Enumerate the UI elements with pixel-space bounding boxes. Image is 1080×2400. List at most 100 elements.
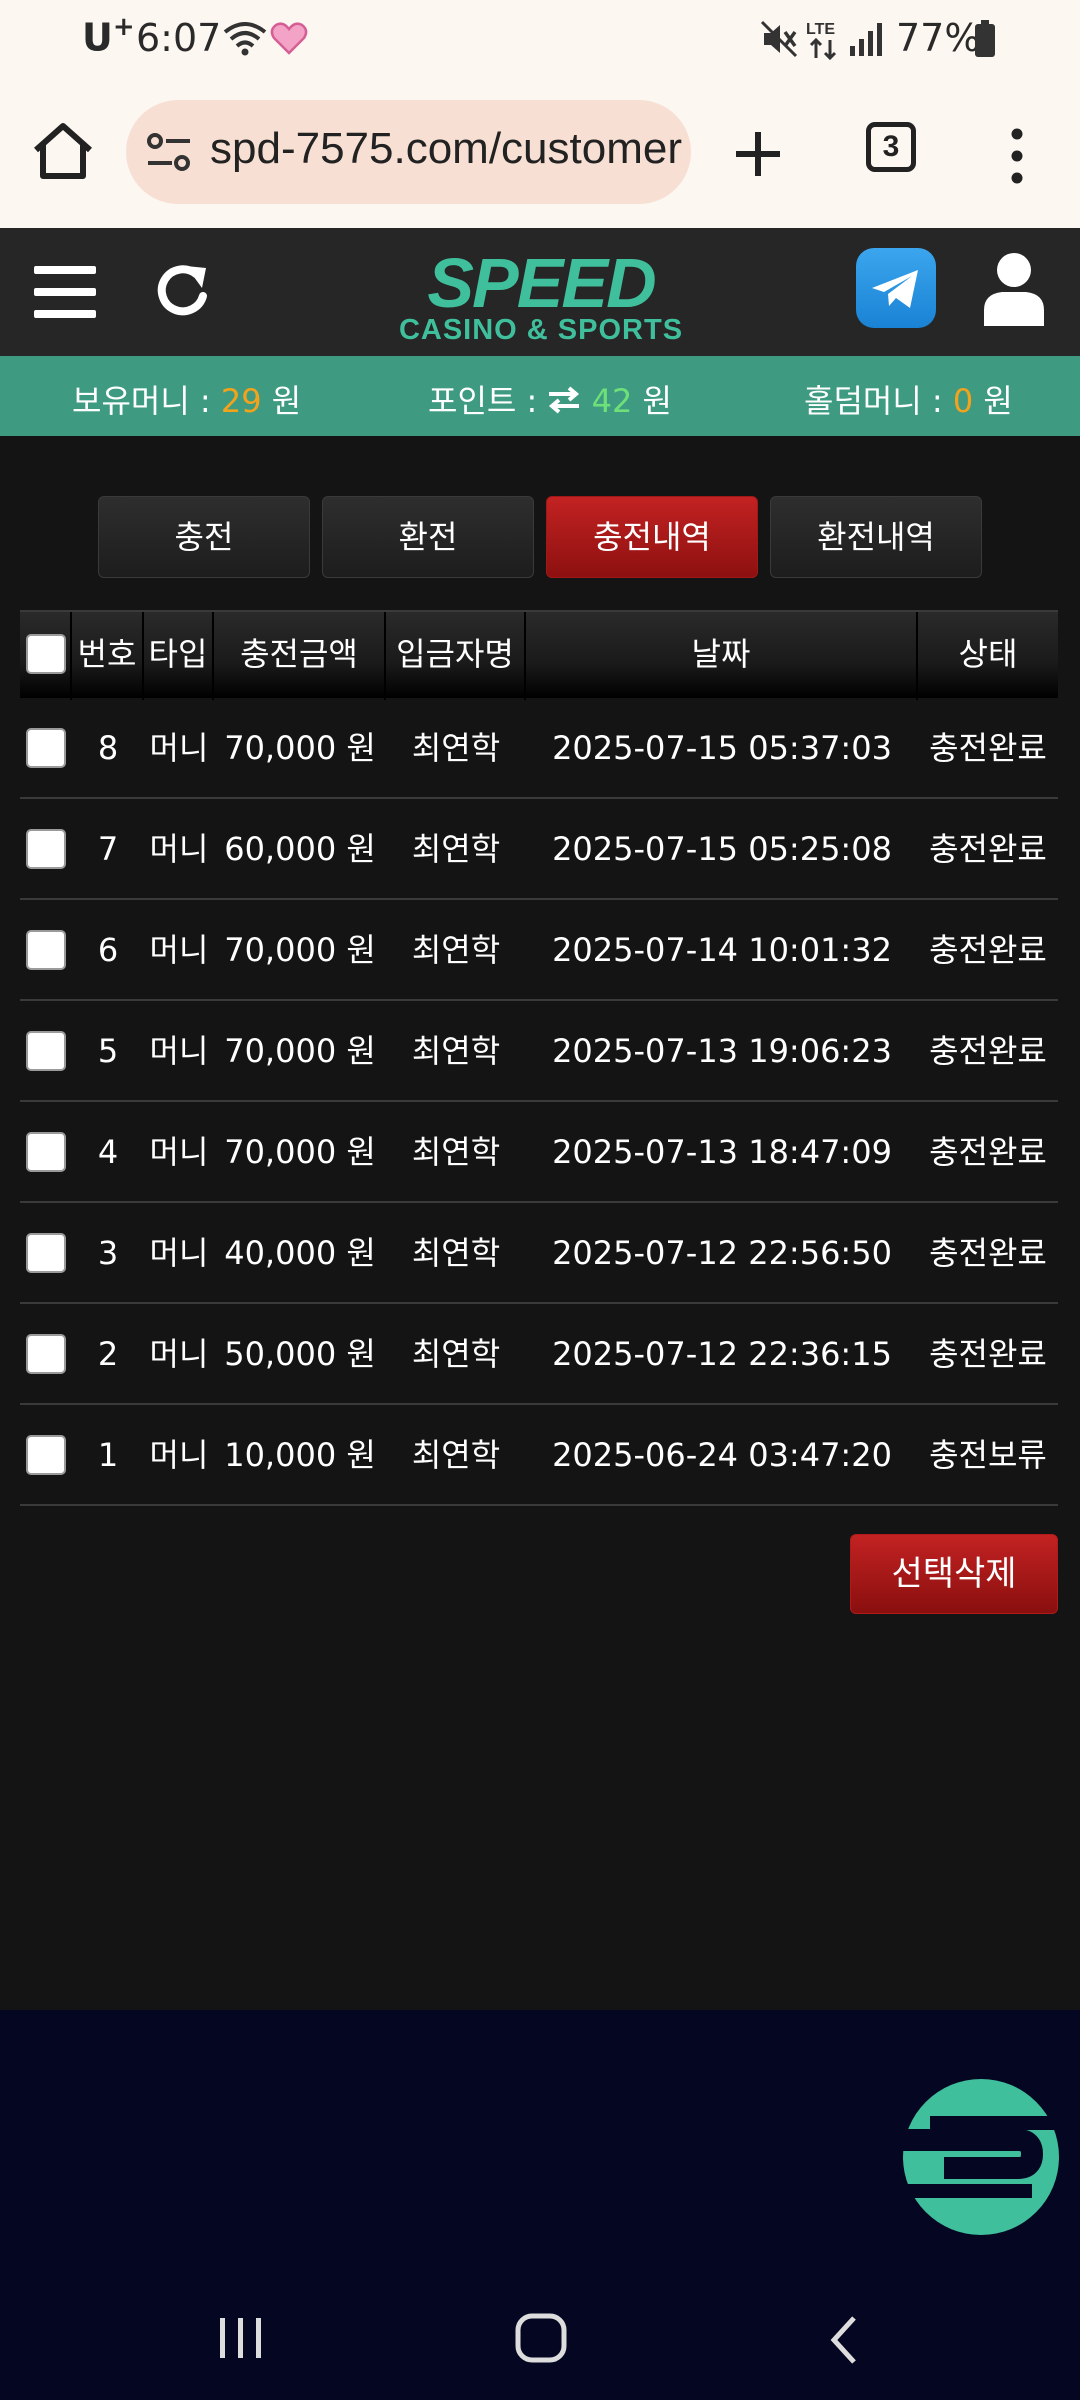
- deposit-history-table: 번호 타입 충전금액 입금자명 날짜 상태 8 머니 70,000 원 최연학 2025…: [20, 610, 1058, 1506]
- table-row: 4 머니 70,000 원 최연학 2025-07-13 18:47:09 충전완료: [20, 1102, 1058, 1203]
- row-checkbox[interactable]: [26, 1233, 66, 1273]
- table-row: 5 머니 70,000 원 최연학 2025-07-13 19:06:23 충전완료: [20, 1001, 1058, 1102]
- table-row: 1 머니 10,000 원 최연학 2025-06-24 03:47:20 충전보류: [20, 1405, 1058, 1506]
- browser-toolbar: spd-7575.com/customer 3: [0, 80, 1080, 228]
- swap-icon[interactable]: [547, 386, 581, 414]
- cell-depositor: 최연학: [411, 729, 501, 767]
- cell-amount: 10,000 원: [224, 1436, 376, 1474]
- cell-depositor: 최연학: [411, 1032, 501, 1070]
- row-select-cell: [20, 698, 72, 798]
- row-select-cell: [20, 1203, 72, 1303]
- home-nav-icon[interactable]: [514, 2312, 570, 2366]
- status-time: 6:07: [136, 16, 222, 60]
- heart-icon: [270, 22, 308, 55]
- table-row: 7 머니 60,000 원 최연학 2025-07-15 05:25:08 충전완료: [20, 799, 1058, 900]
- cell-status: 충전완료: [929, 830, 1047, 868]
- header-number: 번호: [72, 612, 144, 700]
- header-status: 상태: [958, 635, 1018, 673]
- cell-depositor: 최연학: [411, 1234, 501, 1272]
- cell-status: 충전완료: [929, 1234, 1047, 1272]
- cell-depositor: 최연학: [411, 931, 501, 969]
- cell-type: 머니: [149, 1436, 209, 1474]
- tab-switcher-button[interactable]: 3: [866, 122, 916, 172]
- header-select-cell: [20, 612, 72, 700]
- cell-status: 충전완료: [929, 1032, 1047, 1070]
- site-settings-icon[interactable]: [146, 130, 192, 174]
- site-logo[interactable]: SPEED CASINO & SPORTS: [396, 248, 686, 346]
- table-row: 8 머니 70,000 원 최연학 2025-07-15 05:37:03 충전완료: [20, 698, 1058, 799]
- cell-type: 머니: [149, 931, 209, 969]
- signal-icon: [850, 23, 882, 56]
- speed-logo-icon[interactable]: [900, 2076, 1062, 2238]
- row-checkbox[interactable]: [26, 930, 66, 970]
- home-icon[interactable]: [30, 118, 96, 184]
- cell-depositor: 최연학: [411, 1133, 501, 1171]
- header-date: 날짜: [526, 612, 918, 700]
- cell-date: 2025-07-15 05:25:08: [552, 830, 892, 868]
- cell-amount: 60,000 원: [224, 830, 376, 868]
- select-all-checkbox[interactable]: [26, 634, 66, 674]
- more-options-icon[interactable]: [1000, 124, 1034, 188]
- row-checkbox[interactable]: [26, 1334, 66, 1374]
- header-depositor: 입금자명: [386, 612, 526, 700]
- table-header: 번호 타입 충전금액 입금자명 날짜 상태: [20, 610, 1058, 700]
- cell-number: 6: [97, 931, 119, 969]
- telegram-icon: [872, 270, 918, 308]
- tab-withdraw-history[interactable]: 환전내역: [770, 496, 982, 578]
- cell-amount: 70,000 원: [224, 729, 376, 767]
- lte-icon: LTE: [806, 21, 837, 60]
- recent-apps-icon[interactable]: [214, 2314, 268, 2362]
- table-row: 2 머니 50,000 원 최연학 2025-07-12 22:36:15 충전완료: [20, 1304, 1058, 1405]
- cell-date: 2025-07-13 18:47:09: [552, 1133, 892, 1171]
- address-bar[interactable]: spd-7575.com/customer: [126, 100, 691, 204]
- cell-depositor: 최연학: [411, 1436, 501, 1474]
- user-icon[interactable]: [982, 250, 1046, 326]
- row-checkbox[interactable]: [26, 1132, 66, 1172]
- row-checkbox[interactable]: [26, 829, 66, 869]
- cell-depositor: 최연학: [411, 1335, 501, 1373]
- table-row: 6 머니 70,000 원 최연학 2025-07-14 10:01:32 충전완료: [20, 900, 1058, 1001]
- mute-icon: [760, 20, 798, 58]
- row-select-cell: [20, 1405, 72, 1505]
- battery-percent: 77%: [896, 16, 981, 60]
- header-amount: 충전금액: [214, 612, 386, 700]
- delete-selected-button[interactable]: 선택삭제: [850, 1534, 1058, 1614]
- row-checkbox[interactable]: [26, 1031, 66, 1071]
- table-row: 3 머니 40,000 원 최연학 2025-07-12 22:56:50 충전완료: [20, 1203, 1058, 1304]
- cell-number: 2: [97, 1335, 119, 1373]
- cell-status: 충전완료: [929, 1335, 1047, 1373]
- balance-bar: 보유머니 : 29 원 포인트 : 42 원 홀덤머니 : 0 원: [0, 356, 1080, 436]
- tab-deposit[interactable]: 충전: [98, 496, 310, 578]
- cell-status: 충전보류: [929, 1436, 1047, 1474]
- cell-depositor: 최연학: [411, 830, 501, 868]
- tab-withdraw[interactable]: 환전: [322, 496, 534, 578]
- cell-status: 충전완료: [929, 729, 1047, 767]
- row-checkbox[interactable]: [26, 728, 66, 768]
- row-select-cell: [20, 799, 72, 899]
- cell-amount: 70,000 원: [224, 1032, 376, 1070]
- telegram-button[interactable]: [856, 248, 936, 328]
- cell-type: 머니: [149, 830, 209, 868]
- cell-type: 머니: [149, 1335, 209, 1373]
- back-icon[interactable]: [824, 2314, 864, 2366]
- holdem-balance: 홀덤머니 : 0 원: [804, 382, 1013, 420]
- row-select-cell: [20, 1102, 72, 1202]
- cell-number: 4: [97, 1133, 119, 1171]
- battery-icon: [975, 20, 995, 57]
- row-checkbox[interactable]: [26, 1435, 66, 1475]
- cell-number: 1: [97, 1436, 119, 1474]
- svg-text:LTE: LTE: [806, 21, 835, 38]
- status-bar: U+ 6:07 LTE 77%: [0, 0, 1080, 80]
- cell-date: 2025-07-12 22:36:15: [552, 1335, 892, 1373]
- menu-icon[interactable]: [32, 262, 98, 322]
- new-tab-icon[interactable]: [726, 122, 790, 186]
- cell-amount: 70,000 원: [224, 931, 376, 969]
- row-select-cell: [20, 900, 72, 1000]
- point-balance[interactable]: 포인트 : 42 원: [428, 376, 672, 422]
- tab-deposit-history[interactable]: 충전내역: [546, 496, 758, 578]
- cell-type: 머니: [149, 1133, 209, 1171]
- refresh-icon[interactable]: [152, 260, 214, 322]
- footer: [0, 2010, 1080, 2400]
- cell-date: 2025-07-15 05:37:03: [552, 729, 892, 767]
- tab-bar: 충전 환전 충전내역 환전내역: [98, 496, 982, 578]
